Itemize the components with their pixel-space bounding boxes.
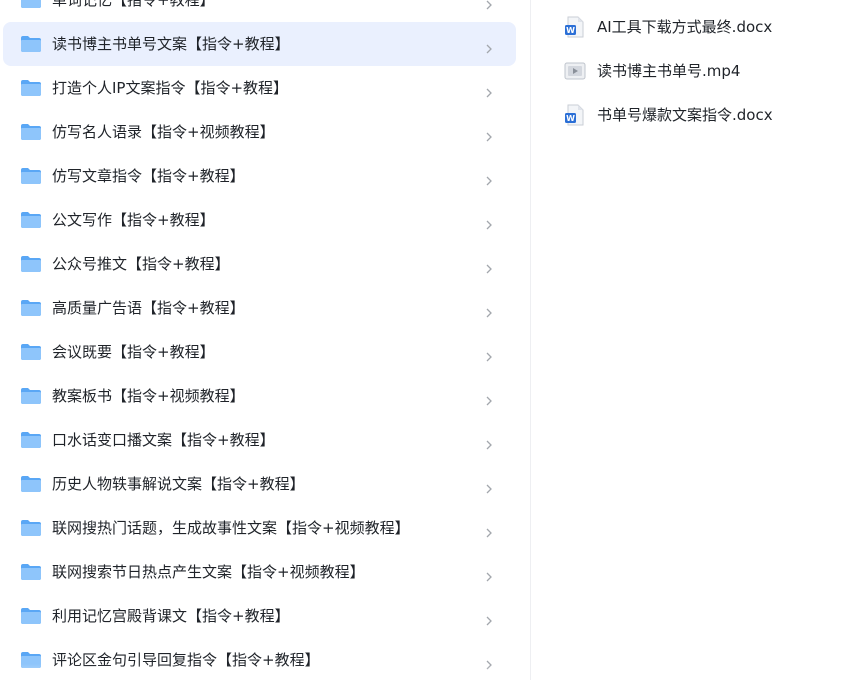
chevron-right-icon[interactable] [485,39,493,54]
chevron-right-icon[interactable] [485,127,493,142]
folder-icon [20,211,42,229]
chevron-right-icon[interactable] [485,171,493,186]
folder-row[interactable]: 口水话变口播文案【指令+教程】 [0,418,530,462]
folder-label: 口水话变口播文案【指令+教程】 [52,431,275,449]
folder-label: 仿写名人语录【指令+视频教程】 [52,123,275,141]
folder-row[interactable]: 高质量广告语【指令+教程】 [0,286,530,330]
folder-icon [20,519,42,537]
folder-row[interactable]: 教案板书【指令+视频教程】 [0,374,530,418]
file-label: AI工具下载方式最终.docx [597,18,773,36]
chevron-right-icon[interactable] [485,479,493,494]
folder-icon [20,299,42,317]
folder-row[interactable]: 公众号推文【指令+教程】 [0,242,530,286]
chevron-right-icon[interactable] [485,391,493,406]
folder-row[interactable]: 历史人物轶事解说文案【指令+教程】 [0,462,530,506]
folder-label: 打造个人IP文案指令【指令+教程】 [52,79,289,97]
word-doc-icon: W [564,104,586,126]
folder-label: 单词记忆【指令+教程】 [52,0,215,9]
folder-icon [20,475,42,493]
file-label: 书单号爆款文案指令.docx [597,106,773,124]
folder-label: 读书博主书单号文案【指令+教程】 [52,35,290,53]
folder-row[interactable]: 联网搜热门话题，生成故事性文案【指令+视频教程】 [0,506,530,550]
folder-label: 会议既要【指令+教程】 [52,343,215,361]
folder-row[interactable]: 联网搜索节日热点产生文案【指令+视频教程】 [0,550,530,594]
folder-icon [20,79,42,97]
folder-row[interactable]: 公文写作【指令+教程】 [0,198,530,242]
folder-icon [20,651,42,669]
chevron-right-icon[interactable] [485,523,493,538]
chevron-right-icon[interactable] [485,347,493,362]
folder-icon [20,563,42,581]
folder-label: 利用记忆宫殿背课文【指令+教程】 [52,607,290,625]
folder-row[interactable]: 评论区金句引导回复指令【指令+教程】 [0,638,530,680]
folder-label: 联网搜索节日热点产生文案【指令+视频教程】 [52,563,365,581]
file-row[interactable]: 读书博主书单号.mp4 [531,49,845,93]
folder-row[interactable]: 仿写文章指令【指令+教程】 [0,154,530,198]
chevron-right-icon[interactable] [485,259,493,274]
folder-row[interactable]: 打造个人IP文案指令【指令+教程】 [0,66,530,110]
svg-text:W: W [566,26,575,35]
folder-icon [20,387,42,405]
folder-row[interactable]: 单词记忆【指令+教程】 [0,0,530,22]
folder-label: 联网搜热门话题，生成故事性文案【指令+视频教程】 [52,519,410,537]
folder-label: 评论区金句引导回复指令【指令+教程】 [52,651,320,669]
folder-label: 公文写作【指令+教程】 [52,211,215,229]
chevron-right-icon[interactable] [485,83,493,98]
chevron-right-icon[interactable] [485,215,493,230]
folder-pane[interactable]: 单词记忆【指令+教程】读书博主书单号文案【指令+教程】 打造个人IP文案指令【指令… [0,0,530,680]
folder-icon [20,0,42,9]
word-doc-icon: W [564,16,586,38]
file-pane: W AI工具下载方式最终.docx 读书博主书单号.mp4 W 书单号爆款文案指令.do… [531,0,845,680]
folder-label: 高质量广告语【指令+教程】 [52,299,245,317]
folder-row[interactable]: 会议既要【指令+教程】 [0,330,530,374]
folder-row[interactable]: 利用记忆宫殿背课文【指令+教程】 [0,594,530,638]
folder-icon [20,343,42,361]
folder-icon [20,431,42,449]
file-row[interactable]: W AI工具下载方式最终.docx [531,5,845,49]
chevron-right-icon[interactable] [485,655,493,670]
chevron-right-icon[interactable] [485,435,493,450]
chevron-right-icon[interactable] [485,611,493,626]
folder-icon [20,255,42,273]
file-row[interactable]: W 书单号爆款文案指令.docx [531,93,845,137]
chevron-right-icon[interactable] [485,0,493,10]
folder-list: 单词记忆【指令+教程】读书博主书单号文案【指令+教程】 打造个人IP文案指令【指令… [0,0,530,680]
folder-icon [20,35,42,53]
video-file-icon [564,60,586,82]
folder-row[interactable]: 仿写名人语录【指令+视频教程】 [0,110,530,154]
chevron-right-icon[interactable] [485,303,493,318]
file-browser: 单词记忆【指令+教程】读书博主书单号文案【指令+教程】 打造个人IP文案指令【指令… [0,0,845,680]
folder-label: 历史人物轶事解说文案【指令+教程】 [52,475,305,493]
folder-icon [20,607,42,625]
folder-label: 仿写文章指令【指令+教程】 [52,167,245,185]
folder-row[interactable]: 读书博主书单号文案【指令+教程】 [0,22,530,66]
folder-icon [20,167,42,185]
folder-icon [20,123,42,141]
chevron-right-icon[interactable] [485,567,493,582]
folder-label: 公众号推文【指令+教程】 [52,255,230,273]
svg-text:W: W [566,114,575,123]
file-label: 读书博主书单号.mp4 [597,62,741,80]
folder-label: 教案板书【指令+视频教程】 [52,387,245,405]
